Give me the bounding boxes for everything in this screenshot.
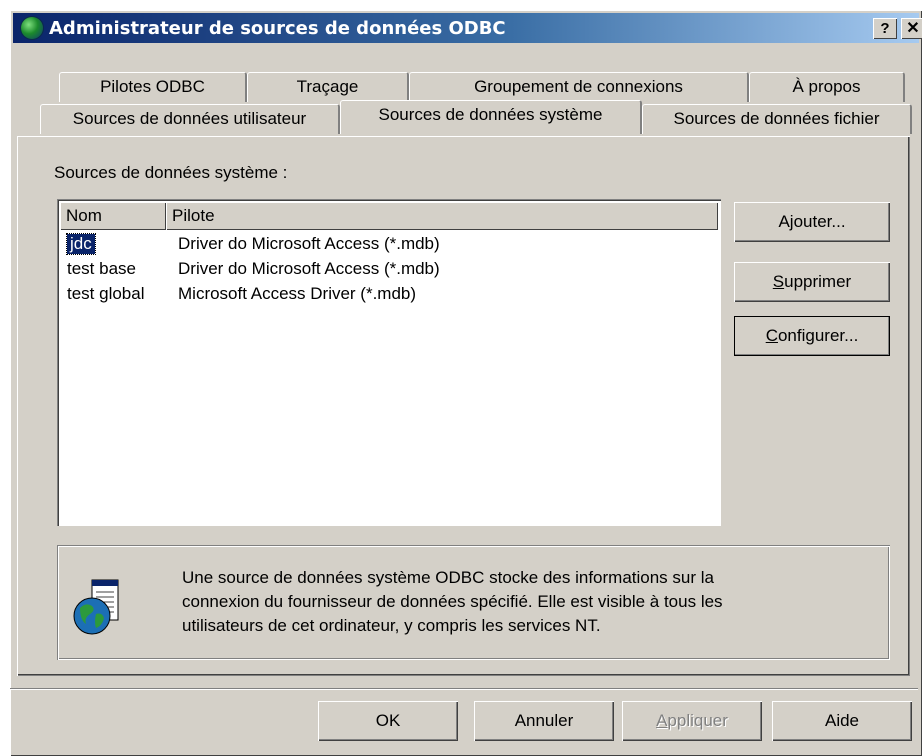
ok-button-label: OK	[375, 711, 401, 730]
remove-button[interactable]: Supprimer	[734, 262, 890, 302]
help-footer-button[interactable]: Aide	[772, 701, 912, 741]
tab-label: Sources de données système	[378, 105, 603, 124]
odbc-globe-icon	[21, 17, 43, 39]
column-header-nom[interactable]: Nom	[60, 202, 166, 230]
tab-label: Traçage	[296, 77, 359, 96]
list-item-driver: Driver do Microsoft Access (*.mdb)	[178, 259, 440, 278]
list-item-driver: Microsoft Access Driver (*.mdb)	[178, 284, 417, 303]
tab-label: Sources de données utilisateur	[72, 109, 307, 128]
tab-groupement-connexions[interactable]: Groupement de connexions	[409, 72, 749, 102]
label-part: upprimer	[784, 272, 852, 291]
list-item-name: test global	[67, 284, 145, 303]
tab-label: À propos	[792, 77, 861, 96]
odbc-globe-document-icon	[70, 578, 122, 638]
tab-label: Pilotes ODBC	[100, 77, 205, 96]
add-button-label: Ajouter...	[778, 212, 845, 231]
window-title: Administrateur de sources de données ODB…	[49, 18, 506, 39]
tab-a-propos[interactable]: À propos	[749, 72, 905, 102]
section-label: Sources de données système :	[54, 163, 287, 183]
help-button-label: Aide	[824, 711, 860, 730]
configure-button[interactable]: Configurer...	[734, 316, 890, 356]
list-item-name: test base	[67, 259, 136, 278]
label-part: ppliquer	[667, 711, 728, 730]
cancel-button-label: Annuler	[514, 711, 574, 730]
data-source-list[interactable]: Nom Pilote jdc Driver do Microsoft Acces…	[57, 199, 721, 526]
apply-button-label: Appliquer	[656, 711, 728, 730]
separator	[10, 688, 918, 690]
label-part: A	[778, 212, 790, 231]
info-line: connexion du fournisseur de données spéc…	[182, 592, 723, 611]
tab-sources-systeme[interactable]: Sources de données système	[340, 100, 642, 134]
column-header-label: Pilote	[172, 206, 215, 225]
access-key: C	[765, 326, 778, 345]
configure-button-label: Configurer...	[766, 326, 859, 345]
title-bar[interactable]: Administrateur de sources de données ODB…	[13, 13, 922, 43]
tab-pilotes-odbc[interactable]: Pilotes ODBC	[59, 72, 247, 102]
access-key: A	[656, 711, 668, 730]
info-text: Une source de données système ODBC stock…	[182, 566, 852, 638]
tab-tracage[interactable]: Traçage	[247, 72, 409, 102]
list-item-driver: Driver do Microsoft Access (*.mdb)	[178, 234, 440, 253]
label-part: outer...	[793, 212, 846, 231]
tab-label: Sources de données fichier	[673, 109, 880, 128]
apply-button[interactable]: Appliquer	[622, 701, 762, 741]
column-header-pilote[interactable]: Pilote	[166, 202, 718, 230]
column-header-label: Nom	[66, 206, 102, 225]
tab-sources-fichier[interactable]: Sources de données fichier	[642, 104, 912, 134]
tab-sources-utilisateur[interactable]: Sources de données utilisateur	[40, 104, 340, 134]
access-key: S	[772, 272, 785, 291]
list-item-name: jdc	[66, 233, 96, 255]
remove-button-label: Supprimer	[773, 272, 851, 291]
cancel-button[interactable]: Annuler	[474, 701, 614, 741]
help-button[interactable]: ?	[873, 18, 897, 39]
info-line: Une source de données système ODBC stock…	[182, 568, 714, 587]
close-icon[interactable]: ✕	[901, 18, 922, 39]
tab-label: Groupement de connexions	[474, 77, 683, 96]
section-label-text: Sources de données système :	[54, 163, 288, 182]
add-button[interactable]: Ajouter...	[734, 202, 890, 242]
label-part: onfigurer...	[777, 326, 859, 345]
ok-button[interactable]: OK	[318, 701, 458, 741]
info-line: utilisateurs de cet ordinateur, y compri…	[182, 616, 601, 635]
